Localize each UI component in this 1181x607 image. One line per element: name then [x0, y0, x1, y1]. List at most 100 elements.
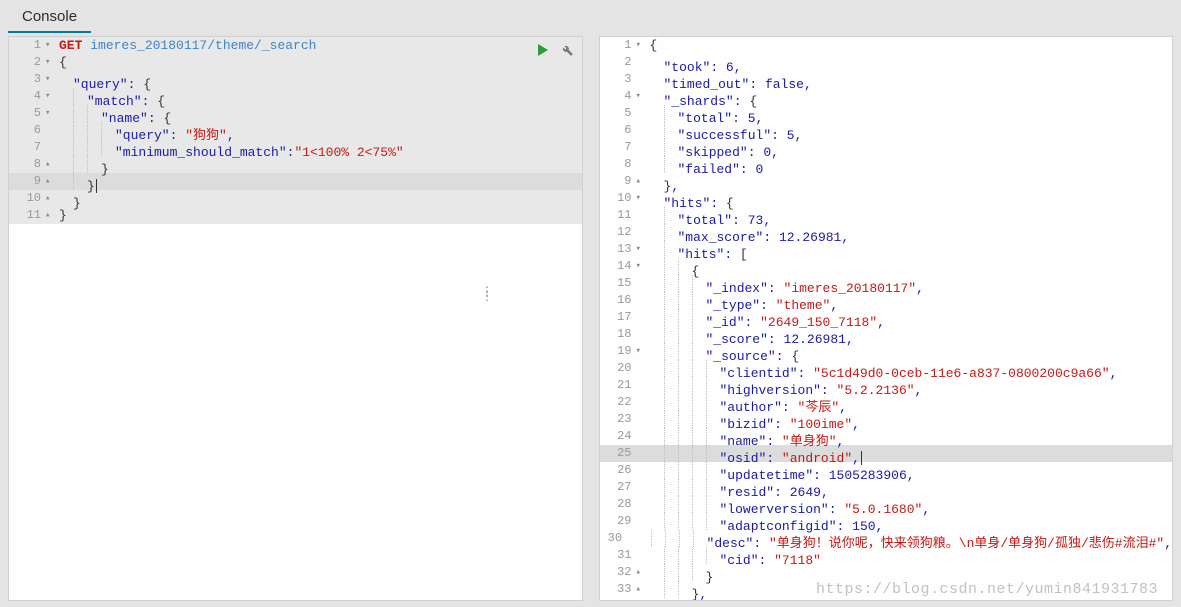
console-tab[interactable]: Console	[8, 4, 91, 33]
code-line[interactable]: 9▴}	[9, 173, 582, 190]
code-line[interactable]: 11"total": 73,	[600, 207, 1173, 224]
wrench-icon[interactable]	[558, 41, 576, 59]
line-number: 14	[600, 258, 636, 275]
code-line[interactable]: 23"bizid": "100ime",	[600, 411, 1173, 428]
fold-toggle[interactable]: ▾	[45, 54, 57, 71]
code-line[interactable]: 7"minimum_should_match":"1<100% 2<75%"	[9, 139, 582, 156]
fold-toggle	[636, 292, 648, 309]
fold-toggle[interactable]: ▴	[45, 156, 57, 173]
fold-toggle[interactable]: ▾	[636, 190, 648, 207]
request-editor[interactable]: 1▾GET imeres_20180117/theme/_search2▾{3▾…	[8, 36, 583, 601]
fold-toggle	[45, 122, 57, 139]
code-line[interactable]: 2▾{	[9, 54, 582, 71]
code-line[interactable]: 4▾"_shards": {	[600, 88, 1173, 105]
fold-toggle	[636, 462, 648, 479]
fold-toggle[interactable]: ▴	[45, 190, 57, 207]
line-number: 24	[600, 428, 636, 445]
code-line[interactable]: 7"skipped": 0,	[600, 139, 1173, 156]
code-line[interactable]: 30"desc": "单身狗！说你呢，快来领狗粮。\n单身/单身狗/孤独/悲伤#…	[600, 530, 1173, 547]
code-line[interactable]: 3▾"query": {	[9, 71, 582, 88]
line-number: 30	[600, 530, 627, 547]
line-number: 4	[600, 88, 636, 105]
fold-toggle	[636, 122, 648, 139]
code-line[interactable]: 1▾GET imeres_20180117/theme/_search	[9, 37, 582, 54]
fold-toggle[interactable]: ▾	[45, 105, 57, 122]
line-number: 12	[600, 224, 636, 241]
code-line[interactable]: 19▾"_source": {	[600, 343, 1173, 360]
fold-toggle[interactable]: ▴	[45, 207, 57, 224]
fold-toggle	[636, 496, 648, 513]
code-line[interactable]: 6"successful": 5,	[600, 122, 1173, 139]
code-line[interactable]: 11▴}	[9, 207, 582, 224]
line-number: 2	[600, 54, 636, 71]
fold-toggle	[636, 479, 648, 496]
code-line[interactable]: 26"updatetime": 1505283906,	[600, 462, 1173, 479]
line-number: 2	[9, 54, 45, 71]
resize-handle-icon[interactable]: ⋮⋮	[481, 290, 493, 300]
line-number: 26	[600, 462, 636, 479]
code-line[interactable]: 3"timed_out": false,	[600, 71, 1173, 88]
fold-toggle[interactable]: ▾	[636, 241, 648, 258]
fold-toggle	[626, 530, 634, 547]
code-line[interactable]: 20"clientid": "5c1d49d0-0ceb-11e6-a837-0…	[600, 360, 1173, 377]
fold-toggle	[636, 547, 648, 564]
line-number: 13	[600, 241, 636, 258]
fold-toggle[interactable]: ▴	[45, 173, 57, 190]
code-line[interactable]: 32▴}	[600, 564, 1173, 581]
fold-toggle[interactable]: ▾	[636, 343, 648, 360]
code-line[interactable]: 15"_index": "imeres_20180117",	[600, 275, 1173, 292]
fold-toggle	[636, 513, 648, 530]
code-line[interactable]: 1▾{	[600, 37, 1173, 54]
line-number: 3	[600, 71, 636, 88]
code-line[interactable]: 33▴},	[600, 581, 1173, 598]
code-line[interactable]: 25"osid": "android",	[600, 445, 1173, 462]
code-line[interactable]: 8"failed": 0	[600, 156, 1173, 173]
code-line[interactable]: 5"total": 5,	[600, 105, 1173, 122]
line-number: 9	[9, 173, 45, 190]
line-number: 10	[600, 190, 636, 207]
code-line[interactable]: 12"max_score": 12.26981,	[600, 224, 1173, 241]
fold-toggle[interactable]: ▾	[45, 71, 57, 88]
line-number: 4	[9, 88, 45, 105]
line-number: 31	[600, 547, 636, 564]
code-line[interactable]: 4▾"match": {	[9, 88, 582, 105]
response-viewer[interactable]: 1▾{2"took": 6,3"timed_out": false,4▾"_sh…	[599, 36, 1174, 601]
fold-toggle	[636, 360, 648, 377]
code-line[interactable]: 17"_id": "2649_150_7118",	[600, 309, 1173, 326]
line-number: 16	[600, 292, 636, 309]
code-line[interactable]: 5▾"name": {	[9, 105, 582, 122]
code-line[interactable]: 2"took": 6,	[600, 54, 1173, 71]
fold-toggle	[636, 71, 648, 88]
run-button[interactable]	[534, 41, 552, 59]
fold-toggle	[636, 309, 648, 326]
fold-toggle	[636, 224, 648, 241]
fold-toggle[interactable]: ▾	[636, 37, 648, 54]
fold-toggle[interactable]: ▴	[636, 564, 648, 581]
code-line[interactable]: 13▾"hits": [	[600, 241, 1173, 258]
fold-toggle[interactable]: ▾	[45, 88, 57, 105]
code-line[interactable]: 10▾"hits": {	[600, 190, 1173, 207]
code-line[interactable]: 28"lowerversion": "5.0.1680",	[600, 496, 1173, 513]
fold-toggle[interactable]: ▾	[636, 258, 648, 275]
fold-toggle[interactable]: ▾	[636, 88, 648, 105]
fold-toggle	[45, 139, 57, 156]
fold-toggle[interactable]: ▴	[636, 581, 648, 598]
code-line[interactable]: 24"name": "单身狗",	[600, 428, 1173, 445]
fold-toggle	[636, 411, 648, 428]
fold-toggle[interactable]: ▴	[636, 173, 648, 190]
fold-toggle	[636, 445, 648, 462]
line-number: 7	[9, 139, 45, 156]
line-number: 9	[600, 173, 636, 190]
line-number: 11	[600, 207, 636, 224]
fold-toggle	[636, 54, 648, 71]
code-line[interactable]: 6"query": "狗狗",	[9, 122, 582, 139]
code-line[interactable]: 18"_score": 12.26981,	[600, 326, 1173, 343]
line-number: 7	[600, 139, 636, 156]
line-number: 23	[600, 411, 636, 428]
line-number: 1	[600, 37, 636, 54]
code-line[interactable]: 14▾{	[600, 258, 1173, 275]
line-number: 6	[600, 122, 636, 139]
line-number: 5	[9, 105, 45, 122]
line-number: 3	[9, 71, 45, 88]
line-number: 18	[600, 326, 636, 343]
